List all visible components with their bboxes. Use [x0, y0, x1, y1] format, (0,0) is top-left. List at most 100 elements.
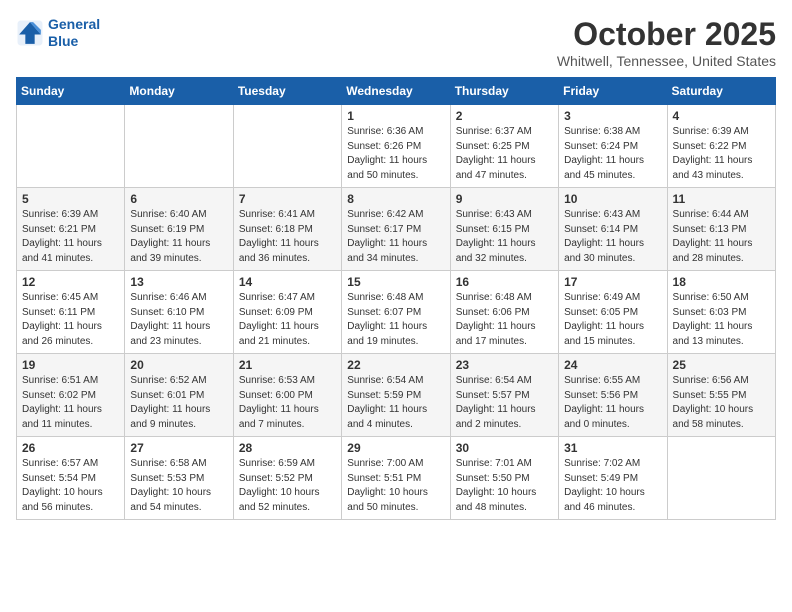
weekday-header-thursday: Thursday: [450, 78, 558, 105]
calendar-cell: 10 Sunrise: 6:43 AMSunset: 6:14 PMDayligh…: [559, 188, 667, 271]
title-block: October 2025 Whitwell, Tennessee, United…: [557, 16, 776, 69]
calendar-cell: 27Sunrise: 6:58 AMSunset: 5:53 PMDayligh…: [125, 437, 233, 520]
cell-content: Sunrise: 6:39 AMSunset: 6:21 PMDaylight:…: [22, 208, 119, 266]
day-number: 20: [130, 358, 227, 372]
calendar-cell: [17, 105, 125, 188]
cell-content: Sunrise: 6:43 AMSunset: 6:14 PMDaylight:…: [564, 208, 661, 266]
day-number: 9: [456, 192, 553, 206]
day-number: 15: [347, 275, 444, 289]
weekday-header-tuesday: Tuesday: [233, 78, 341, 105]
location: Whitwell, Tennessee, United States: [557, 53, 776, 69]
day-number: 13: [130, 275, 227, 289]
day-number: 27: [130, 441, 227, 455]
calendar-cell: 17Sunrise: 6:49 AMSunset: 6:05 PMDayligh…: [559, 271, 667, 354]
calendar-cell: 6 Sunrise: 6:40 AMSunset: 6:19 PMDaylight…: [125, 188, 233, 271]
calendar-cell: 9 Sunrise: 6:43 AMSunset: 6:15 PMDaylight…: [450, 188, 558, 271]
calendar-cell: 20 Sunrise: 6:52 AMSunset: 6:01 PMDayligh…: [125, 354, 233, 437]
weekday-header-monday: Monday: [125, 78, 233, 105]
day-number: 21: [239, 358, 336, 372]
cell-content: Sunrise: 7:00 AMSunset: 5:51 PMDaylight:…: [347, 457, 444, 515]
day-number: 23: [456, 358, 553, 372]
calendar-cell: 16Sunrise: 6:48 AMSunset: 6:06 PMDayligh…: [450, 271, 558, 354]
cell-content: Sunrise: 6:52 AMSunset: 6:01 PMDaylight:…: [130, 374, 227, 432]
cell-content: Sunrise: 7:01 AMSunset: 5:50 PMDaylight:…: [456, 457, 553, 515]
cell-content: Sunrise: 6:56 AMSunset: 5:55 PMDaylight:…: [673, 374, 770, 432]
cell-content: Sunrise: 6:51 AMSunset: 6:02 PMDaylight:…: [22, 374, 119, 432]
weekday-header-row: SundayMondayTuesdayWednesdayThursdayFrid…: [17, 78, 776, 105]
day-number: 29: [347, 441, 444, 455]
cell-content: Sunrise: 6:44 AMSunset: 6:13 PMDaylight:…: [673, 208, 770, 266]
calendar-cell: 14Sunrise: 6:47 AMSunset: 6:09 PMDayligh…: [233, 271, 341, 354]
calendar-cell: [233, 105, 341, 188]
day-number: 10: [564, 192, 661, 206]
day-number: 12: [22, 275, 119, 289]
cell-content: Sunrise: 6:39 AMSunset: 6:22 PMDaylight:…: [673, 125, 770, 183]
calendar-week-row: 12 Sunrise: 6:45 AMSunset: 6:11 PMDayligh…: [17, 271, 776, 354]
cell-content: Sunrise: 6:47 AMSunset: 6:09 PMDaylight:…: [239, 291, 336, 349]
cell-content: Sunrise: 6:46 AMSunset: 6:10 PMDaylight:…: [130, 291, 227, 349]
cell-content: Sunrise: 6:57 AMSunset: 5:54 PMDaylight:…: [22, 457, 119, 515]
cell-content: Sunrise: 6:55 AMSunset: 5:56 PMDaylight:…: [564, 374, 661, 432]
calendar-cell: 23 Sunrise: 6:54 AMSunset: 5:57 PMDayligh…: [450, 354, 558, 437]
cell-content: Sunrise: 7:02 AMSunset: 5:49 PMDaylight:…: [564, 457, 661, 515]
calendar-cell: 22 Sunrise: 6:54 AMSunset: 5:59 PMDayligh…: [342, 354, 450, 437]
day-number: 22: [347, 358, 444, 372]
calendar-cell: 12 Sunrise: 6:45 AMSunset: 6:11 PMDayligh…: [17, 271, 125, 354]
cell-content: Sunrise: 6:40 AMSunset: 6:19 PMDaylight:…: [130, 208, 227, 266]
calendar-cell: 7 Sunrise: 6:41 AMSunset: 6:18 PMDaylight…: [233, 188, 341, 271]
cell-content: Sunrise: 6:37 AMSunset: 6:25 PMDaylight:…: [456, 125, 553, 183]
calendar-cell: 18Sunrise: 6:50 AMSunset: 6:03 PMDayligh…: [667, 271, 775, 354]
calendar-cell: 11 Sunrise: 6:44 AMSunset: 6:13 PMDayligh…: [667, 188, 775, 271]
day-number: 4: [673, 109, 770, 123]
weekday-header-sunday: Sunday: [17, 78, 125, 105]
month-title: October 2025: [557, 16, 776, 53]
cell-content: Sunrise: 6:54 AMSunset: 5:59 PMDaylight:…: [347, 374, 444, 432]
weekday-header-wednesday: Wednesday: [342, 78, 450, 105]
cell-content: Sunrise: 6:43 AMSunset: 6:15 PMDaylight:…: [456, 208, 553, 266]
logo-line2: Blue: [48, 33, 78, 49]
day-number: 8: [347, 192, 444, 206]
logo-text: General Blue: [48, 16, 100, 50]
day-number: 31: [564, 441, 661, 455]
day-number: 16: [456, 275, 553, 289]
day-number: 1: [347, 109, 444, 123]
cell-content: Sunrise: 6:41 AMSunset: 6:18 PMDaylight:…: [239, 208, 336, 266]
calendar-cell: [667, 437, 775, 520]
calendar-cell: 29 Sunrise: 7:00 AMSunset: 5:51 PMDayligh…: [342, 437, 450, 520]
day-number: 7: [239, 192, 336, 206]
calendar-cell: 1 Sunrise: 6:36 AMSunset: 6:26 PMDaylight…: [342, 105, 450, 188]
day-number: 30: [456, 441, 553, 455]
day-number: 11: [673, 192, 770, 206]
day-number: 6: [130, 192, 227, 206]
calendar-cell: 26 Sunrise: 6:57 AMSunset: 5:54 PMDayligh…: [17, 437, 125, 520]
calendar-cell: 8 Sunrise: 6:42 AMSunset: 6:17 PMDaylight…: [342, 188, 450, 271]
cell-content: Sunrise: 6:59 AMSunset: 5:52 PMDaylight:…: [239, 457, 336, 515]
logo: General Blue: [16, 16, 100, 50]
day-number: 25: [673, 358, 770, 372]
cell-content: Sunrise: 6:45 AMSunset: 6:11 PMDaylight:…: [22, 291, 119, 349]
weekday-header-friday: Friday: [559, 78, 667, 105]
day-number: 2: [456, 109, 553, 123]
calendar-cell: 15 Sunrise: 6:48 AMSunset: 6:07 PMDayligh…: [342, 271, 450, 354]
calendar-week-row: 19Sunrise: 6:51 AMSunset: 6:02 PMDayligh…: [17, 354, 776, 437]
cell-content: Sunrise: 6:42 AMSunset: 6:17 PMDaylight:…: [347, 208, 444, 266]
day-number: 28: [239, 441, 336, 455]
calendar-cell: 24Sunrise: 6:55 AMSunset: 5:56 PMDayligh…: [559, 354, 667, 437]
cell-content: Sunrise: 6:53 AMSunset: 6:00 PMDaylight:…: [239, 374, 336, 432]
cell-content: Sunrise: 6:54 AMSunset: 5:57 PMDaylight:…: [456, 374, 553, 432]
day-number: 18: [673, 275, 770, 289]
calendar-cell: 30 Sunrise: 7:01 AMSunset: 5:50 PMDayligh…: [450, 437, 558, 520]
day-number: 5: [22, 192, 119, 206]
calendar-week-row: 1 Sunrise: 6:36 AMSunset: 6:26 PMDaylight…: [17, 105, 776, 188]
calendar-cell: 31 Sunrise: 7:02 AMSunset: 5:49 PMDayligh…: [559, 437, 667, 520]
cell-content: Sunrise: 6:49 AMSunset: 6:05 PMDaylight:…: [564, 291, 661, 349]
calendar-cell: 4 Sunrise: 6:39 AMSunset: 6:22 PMDaylight…: [667, 105, 775, 188]
day-number: 26: [22, 441, 119, 455]
cell-content: Sunrise: 6:48 AMSunset: 6:07 PMDaylight:…: [347, 291, 444, 349]
calendar-week-row: 5 Sunrise: 6:39 AMSunset: 6:21 PMDaylight…: [17, 188, 776, 271]
calendar-cell: 21 Sunrise: 6:53 AMSunset: 6:00 PMDayligh…: [233, 354, 341, 437]
calendar-cell: [125, 105, 233, 188]
calendar-cell: 25 Sunrise: 6:56 AMSunset: 5:55 PMDayligh…: [667, 354, 775, 437]
page-header: General Blue October 2025 Whitwell, Tenn…: [16, 16, 776, 69]
cell-content: Sunrise: 6:36 AMSunset: 6:26 PMDaylight:…: [347, 125, 444, 183]
